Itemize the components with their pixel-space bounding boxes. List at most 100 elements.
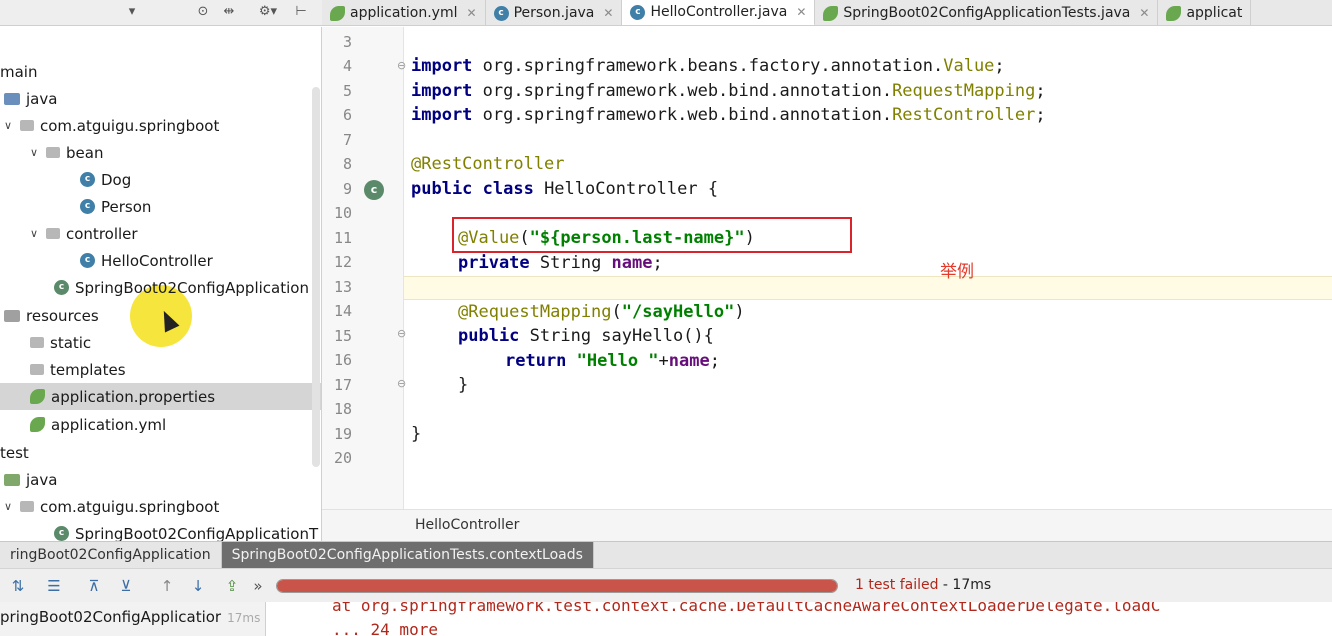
test-folder-icon bbox=[4, 473, 20, 486]
code-line-9: public class HelloController { bbox=[411, 179, 719, 199]
line-number: 4 bbox=[342, 57, 352, 75]
tree-item-test[interactable]: test bbox=[0, 439, 321, 466]
chevron-down-icon[interactable]: ∨ bbox=[2, 119, 14, 132]
code-editor[interactable]: 3 4 5 6 7 8 9 10 11 12 13 14 15 16 17 18… bbox=[322, 27, 1332, 541]
tree-item-label: controller bbox=[66, 224, 138, 243]
chevron-down-icon[interactable]: ∨ bbox=[28, 227, 40, 240]
tab-person-java[interactable]: c Person.java ✕ bbox=[486, 0, 623, 25]
tab-application-yml[interactable]: application.yml ✕ bbox=[322, 0, 486, 25]
tree-item-label: main bbox=[0, 62, 38, 81]
run-tab-bar: ringBoot02ConfigApplication SpringBoot02… bbox=[0, 541, 1332, 569]
tree-item-templates[interactable]: templates bbox=[0, 356, 321, 383]
code-line-6: import org.springframework.web.bind.anno… bbox=[411, 105, 1046, 125]
close-icon[interactable]: ✕ bbox=[603, 6, 613, 20]
line-number: 11 bbox=[333, 229, 352, 247]
close-icon[interactable]: ✕ bbox=[1139, 6, 1149, 20]
collapse-all-icon[interactable]: ⊻ bbox=[114, 574, 138, 598]
code-line-12: private String name; bbox=[458, 253, 663, 273]
class-icon: c bbox=[80, 199, 95, 214]
spring-bean-gutter-icon[interactable]: c bbox=[364, 180, 384, 200]
export-icon[interactable]: ⇪ bbox=[220, 574, 244, 598]
line-number: 7 bbox=[342, 131, 352, 149]
tree-item-static[interactable]: static bbox=[0, 329, 321, 356]
tree-item-package[interactable]: ∨ com.atguigu.springboot bbox=[0, 112, 321, 139]
target-icon[interactable]: ⊙ bbox=[193, 2, 213, 22]
line-number: 6 bbox=[342, 106, 352, 124]
tree-scrollbar[interactable] bbox=[312, 87, 320, 467]
tree-item-label: SpringBoot02ConfigApplicationT bbox=[75, 524, 319, 542]
test-failed-count: 1 test failed bbox=[855, 577, 939, 593]
tree-item-test-package[interactable]: ∨ com.atguigu.springboot bbox=[0, 493, 321, 520]
test-results-time: 17ms bbox=[227, 611, 261, 625]
expand-all-icon[interactable]: ⊼ bbox=[82, 574, 106, 598]
project-toolbar: ▾ ⊙ ⇹ ⚙▾ ⊢ bbox=[0, 0, 322, 26]
fold-icon[interactable]: ⊖ bbox=[397, 327, 406, 340]
folder-icon bbox=[30, 337, 44, 348]
tab-hellocontroller-java[interactable]: c HelloController.java ✕ bbox=[622, 0, 816, 25]
test-results-tree: pringBoot02ConfigApplicatior 17ms bbox=[0, 602, 266, 636]
project-tree: main java ∨ com.atguigu.springboot ∨ bea… bbox=[0, 27, 322, 541]
code-line-16: return "Hello "+name; bbox=[505, 351, 720, 371]
tab-applicat[interactable]: applicat bbox=[1158, 0, 1252, 25]
line-number: 8 bbox=[342, 155, 352, 173]
tree-item-label: java bbox=[26, 89, 58, 108]
split-icon[interactable]: ⇹ bbox=[219, 2, 239, 22]
tree-item-dog[interactable]: c Dog bbox=[0, 166, 321, 193]
test-progress-bar bbox=[276, 579, 838, 593]
tree-item-label: java bbox=[26, 470, 58, 489]
line-number: 15 bbox=[333, 327, 352, 345]
code-line-14: @RequestMapping("/sayHello") bbox=[458, 302, 745, 322]
console-line: at org.springframework.test.context.cach… bbox=[332, 602, 1161, 615]
more-icon[interactable]: » bbox=[246, 574, 270, 598]
tree-item-label: Person bbox=[101, 197, 152, 216]
tree-item-label: resources bbox=[26, 306, 99, 325]
tree-item-bean[interactable]: ∨ bean bbox=[0, 139, 321, 166]
close-icon[interactable]: ✕ bbox=[796, 5, 806, 19]
console-output[interactable]: at org.springframework.test.context.cach… bbox=[266, 602, 1332, 636]
tree-item-application-yml[interactable]: application.yml bbox=[0, 411, 321, 438]
gear-icon[interactable]: ⚙▾ bbox=[257, 2, 279, 22]
line-number: 12 bbox=[333, 253, 352, 271]
tree-item-label: application.properties bbox=[51, 387, 216, 406]
fold-icon[interactable]: ⊖ bbox=[397, 59, 406, 72]
up-arrow-icon[interactable]: ↑ bbox=[155, 574, 179, 598]
tree-item-test-class[interactable]: c SpringBoot02ConfigApplicationT bbox=[0, 520, 321, 542]
line-number: 13 bbox=[333, 278, 352, 296]
chevron-down-icon[interactable]: ▾ bbox=[124, 2, 140, 22]
tree-item-controller[interactable]: ∨ controller bbox=[0, 220, 321, 247]
resources-folder-icon bbox=[4, 309, 20, 322]
line-number: 10 bbox=[333, 204, 352, 222]
tab-label: applicat bbox=[1186, 5, 1243, 21]
code-line-15: public String sayHello(){ bbox=[458, 326, 714, 346]
package-icon bbox=[20, 120, 34, 131]
breadcrumb[interactable]: HelloController bbox=[322, 509, 1332, 541]
collapse-icon[interactable]: ⊢ bbox=[291, 2, 311, 22]
run-tab-application[interactable]: ringBoot02ConfigApplication bbox=[0, 542, 222, 569]
tree-item-java[interactable]: java bbox=[0, 85, 321, 112]
tree-item-label: application.yml bbox=[51, 415, 167, 434]
sort-duration-icon[interactable]: ☰ bbox=[42, 574, 66, 598]
line-number: 20 bbox=[333, 449, 352, 467]
tree-item-application-properties[interactable]: application.properties bbox=[0, 383, 321, 410]
fold-icon[interactable]: ⊖ bbox=[397, 377, 406, 390]
sort-alpha-icon[interactable]: ⇅ bbox=[6, 574, 30, 598]
down-arrow-icon[interactable]: ↓ bbox=[186, 574, 210, 598]
tree-item-springboot-application[interactable]: c SpringBoot02ConfigApplication bbox=[0, 274, 321, 301]
spring-leaf-icon bbox=[1166, 5, 1182, 21]
code-line-5: import org.springframework.web.bind.anno… bbox=[411, 81, 1046, 101]
chevron-down-icon[interactable]: ∨ bbox=[28, 146, 40, 159]
spring-leaf-icon bbox=[30, 417, 45, 432]
run-tab-context-loads[interactable]: SpringBoot02ConfigApplicationTests.conte… bbox=[221, 542, 594, 569]
close-icon[interactable]: ✕ bbox=[467, 6, 477, 20]
test-progress-fill bbox=[277, 580, 837, 592]
tree-item-main[interactable]: main bbox=[0, 58, 321, 85]
tree-item-person[interactable]: c Person bbox=[0, 193, 321, 220]
line-number: 14 bbox=[333, 302, 352, 320]
code-line-4: import org.springframework.beans.factory… bbox=[411, 56, 1005, 76]
tree-item-hellocontroller[interactable]: c HelloController bbox=[0, 247, 321, 274]
chevron-down-icon[interactable]: ∨ bbox=[2, 500, 14, 513]
tree-item-test-java[interactable]: java bbox=[0, 466, 321, 493]
tab-springboot-tests-java[interactable]: SpringBoot02ConfigApplicationTests.java … bbox=[815, 0, 1159, 25]
test-results-item[interactable]: pringBoot02ConfigApplicatior 17ms bbox=[0, 608, 260, 626]
tree-item-resources[interactable]: resources bbox=[0, 302, 321, 329]
